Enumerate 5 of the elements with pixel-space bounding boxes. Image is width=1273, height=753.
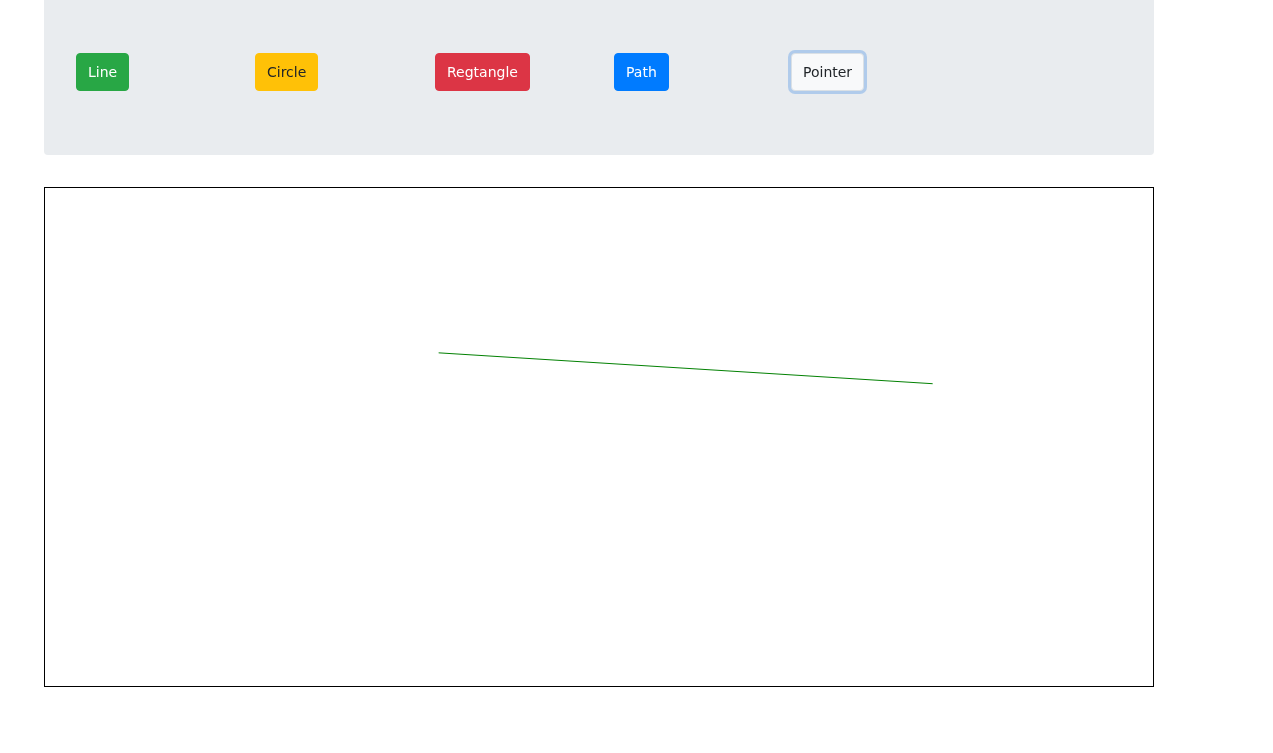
tool-button[interactable]: Circle: [255, 53, 319, 91]
tool-button[interactable]: Path: [614, 53, 669, 91]
tool-button[interactable]: Line: [76, 53, 130, 91]
tool-button[interactable]: Pointer: [791, 53, 865, 91]
tool-button[interactable]: Regtangle: [435, 53, 530, 91]
